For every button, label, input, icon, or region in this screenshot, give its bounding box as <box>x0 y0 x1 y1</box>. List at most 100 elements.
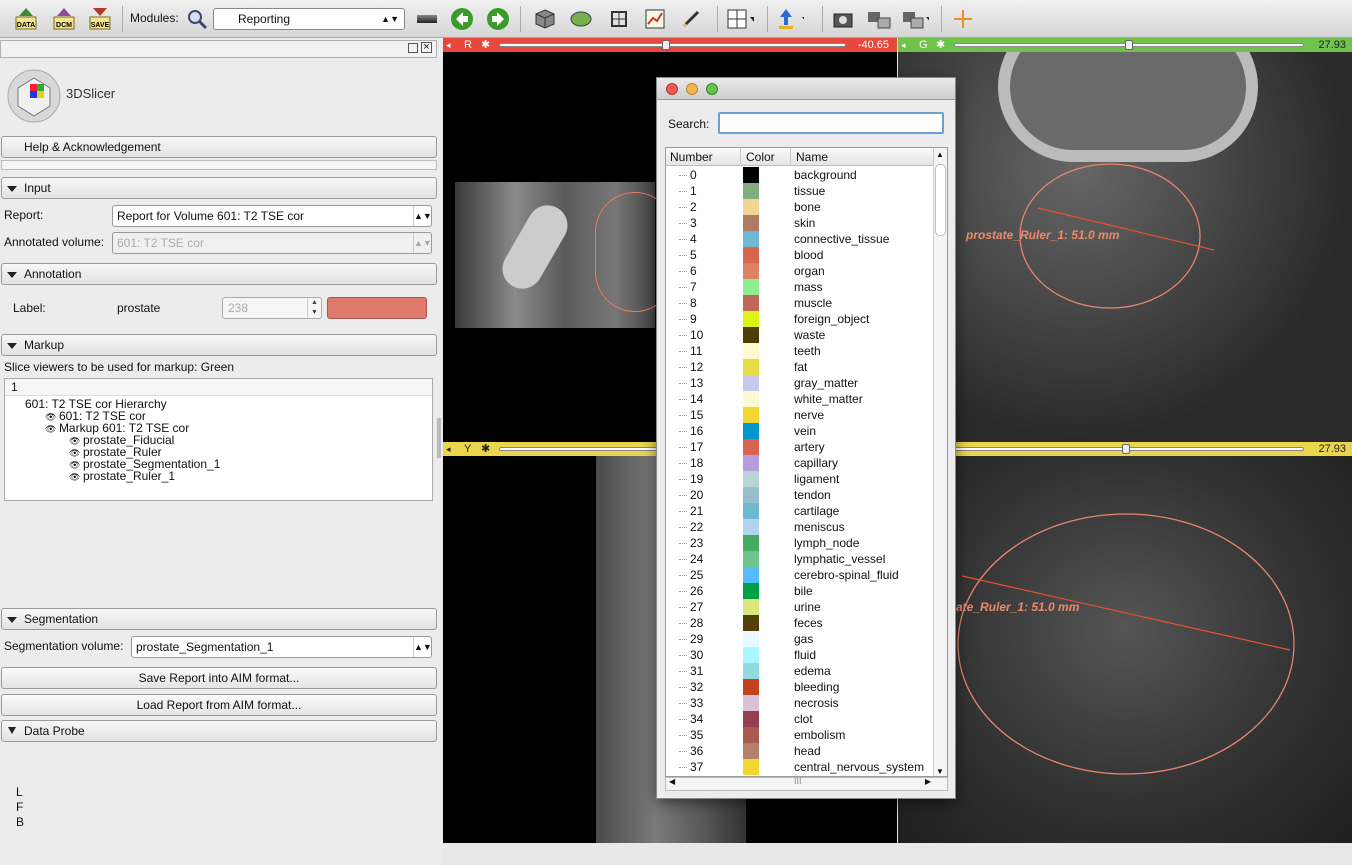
col-name-header[interactable]: Name <box>796 150 828 164</box>
table-row[interactable]: 19 ligament <box>666 471 936 487</box>
eye-icon[interactable]: 👁 <box>45 412 59 422</box>
table-row[interactable]: 9 foreign_object <box>666 311 936 327</box>
forward-button[interactable] <box>484 5 512 33</box>
color-swatch[interactable] <box>743 439 759 455</box>
table-row[interactable]: 33 necrosis <box>666 695 936 711</box>
color-swatch[interactable] <box>743 487 759 503</box>
color-swatch[interactable] <box>743 343 759 359</box>
mouse-mode-button[interactable] <box>776 5 804 33</box>
table-row[interactable]: 30 fluid <box>666 647 936 663</box>
spin-arrows-icon[interactable]: ▲ ▼ <box>307 298 321 318</box>
screenshot-button[interactable] <box>829 5 857 33</box>
color-swatch[interactable] <box>743 631 759 647</box>
load-data-button[interactable]: DATA <box>12 5 40 33</box>
input-section-header[interactable]: Input <box>1 177 437 199</box>
color-table[interactable]: Number Color Name 0 background 1 tissue 2 bon… <box>665 147 948 777</box>
scroll-grip-icon[interactable]: III <box>794 776 802 786</box>
module-selector[interactable]: Reporting ▲▼ <box>213 8 405 30</box>
layout-menu-button[interactable] <box>726 5 754 33</box>
scroll-left-icon[interactable]: ◀ <box>669 777 675 786</box>
table-row[interactable]: 28 feces <box>666 615 936 631</box>
color-swatch[interactable] <box>743 455 759 471</box>
green-slice-view[interactable]: prostate_Ruler_1: 51.0 mm <box>898 52 1352 442</box>
color-swatch[interactable] <box>743 215 759 231</box>
table-row[interactable]: 13 gray_matter <box>666 375 936 391</box>
color-swatch[interactable] <box>743 743 759 759</box>
table-row[interactable]: 7 mass <box>666 279 936 295</box>
color-swatch[interactable] <box>743 295 759 311</box>
table-row[interactable]: 17 artery <box>666 439 936 455</box>
color-swatch[interactable] <box>743 583 759 599</box>
data-probe-section-header[interactable]: Data Probe <box>1 720 437 742</box>
splitter-handle[interactable] <box>437 418 441 458</box>
close-icon[interactable]: × <box>421 42 432 53</box>
save-button[interactable]: SAVE <box>86 5 114 33</box>
table-row[interactable]: 27 urine <box>666 599 936 615</box>
table-row[interactable]: 37 central_nervous_system <box>666 759 936 775</box>
scroll-down-icon[interactable]: ▼ <box>936 767 944 776</box>
layout-toggle-button[interactable] <box>413 5 441 33</box>
color-swatch[interactable] <box>743 567 759 583</box>
save-aim-button[interactable]: Save Report into AIM format... <box>1 667 437 689</box>
table-row[interactable]: 14 white_matter <box>666 391 936 407</box>
horizontal-scrollbar[interactable]: ◀ III ▶ <box>665 776 948 791</box>
table-row[interactable]: 24 lymphatic_vessel <box>666 551 936 567</box>
table-row[interactable]: 34 clot <box>666 711 936 727</box>
markup-section-header[interactable]: Markup <box>1 334 437 356</box>
zoom-window-icon[interactable] <box>706 83 718 95</box>
table-row[interactable]: 10 waste <box>666 327 936 343</box>
pin-icon[interactable]: ◂ <box>446 38 451 52</box>
red-slider-thumb[interactable] <box>661 40 670 50</box>
help-section-header[interactable]: Help & Acknowledgement <box>1 136 437 158</box>
table-row[interactable]: 16 vein <box>666 423 936 439</box>
eye-icon[interactable]: 👁 <box>45 424 59 434</box>
color-swatch[interactable] <box>743 407 759 423</box>
link-icon[interactable]: ✱ <box>936 38 945 52</box>
color-swatch[interactable] <box>743 327 759 343</box>
table-row[interactable]: 2 bone <box>666 199 936 215</box>
red-slice-slider[interactable] <box>499 40 846 50</box>
color-swatch[interactable] <box>743 231 759 247</box>
color-swatch[interactable] <box>743 663 759 679</box>
close-window-icon[interactable] <box>666 83 678 95</box>
table-row[interactable]: 23 lymph_node <box>666 535 936 551</box>
table-row[interactable]: 6 organ <box>666 263 936 279</box>
scroll-up-icon[interactable]: ▲ <box>936 150 944 159</box>
annotated-volume-combobox[interactable]: 601: T2 TSE cor ▲▼ <box>112 232 432 254</box>
table-row[interactable]: 15 nerve <box>666 407 936 423</box>
table-row[interactable]: 4 connective_tissue <box>666 231 936 247</box>
label-color-button[interactable] <box>327 297 427 319</box>
color-table-scrollbar[interactable]: ▲ ▼ <box>933 148 947 776</box>
table-row[interactable]: 25 cerebro-spinal_fluid <box>666 567 936 583</box>
color-swatch[interactable] <box>743 711 759 727</box>
yellow-slider-thumb[interactable] <box>1122 444 1131 454</box>
eye-icon[interactable]: 👁 <box>69 472 83 482</box>
table-row[interactable]: 1 tissue <box>666 183 936 199</box>
color-swatch[interactable] <box>743 519 759 535</box>
tree-item[interactable]: 👁 prostate_Ruler_1 <box>69 470 175 483</box>
color-swatch[interactable] <box>743 423 759 439</box>
table-row[interactable]: 8 muscle <box>666 295 936 311</box>
table-row[interactable]: 21 cartilage <box>666 503 936 519</box>
table-row[interactable]: 36 head <box>666 743 936 759</box>
color-swatch[interactable] <box>743 679 759 695</box>
label-value-spinbox[interactable]: 238 ▲ ▼ <box>222 297 322 319</box>
report-combobox[interactable]: Report for Volume 601: T2 TSE cor ▲▼ <box>112 205 432 227</box>
segmentation-volume-combobox[interactable]: prostate_Segmentation_1 ▲▼ <box>131 636 432 658</box>
pin-icon[interactable]: ◂ <box>901 38 906 52</box>
eye-icon[interactable]: 👁 <box>69 436 83 446</box>
color-search-input[interactable] <box>718 112 944 134</box>
scroll-right-icon[interactable]: ▶ <box>925 777 931 786</box>
color-swatch[interactable] <box>743 167 759 183</box>
green-slider-thumb[interactable] <box>1125 40 1133 50</box>
table-row[interactable]: 5 blood <box>666 247 936 263</box>
col-number-header[interactable]: Number <box>670 150 713 164</box>
color-swatch[interactable] <box>743 695 759 711</box>
load-dicom-button[interactable]: DCM <box>50 5 78 33</box>
annotation-section-header[interactable]: Annotation <box>1 263 437 285</box>
color-swatch[interactable] <box>743 247 759 263</box>
color-swatch[interactable] <box>743 727 759 743</box>
color-swatch[interactable] <box>743 759 759 775</box>
green-slice-slider[interactable] <box>954 40 1304 50</box>
table-row[interactable]: 35 embolism <box>666 727 936 743</box>
